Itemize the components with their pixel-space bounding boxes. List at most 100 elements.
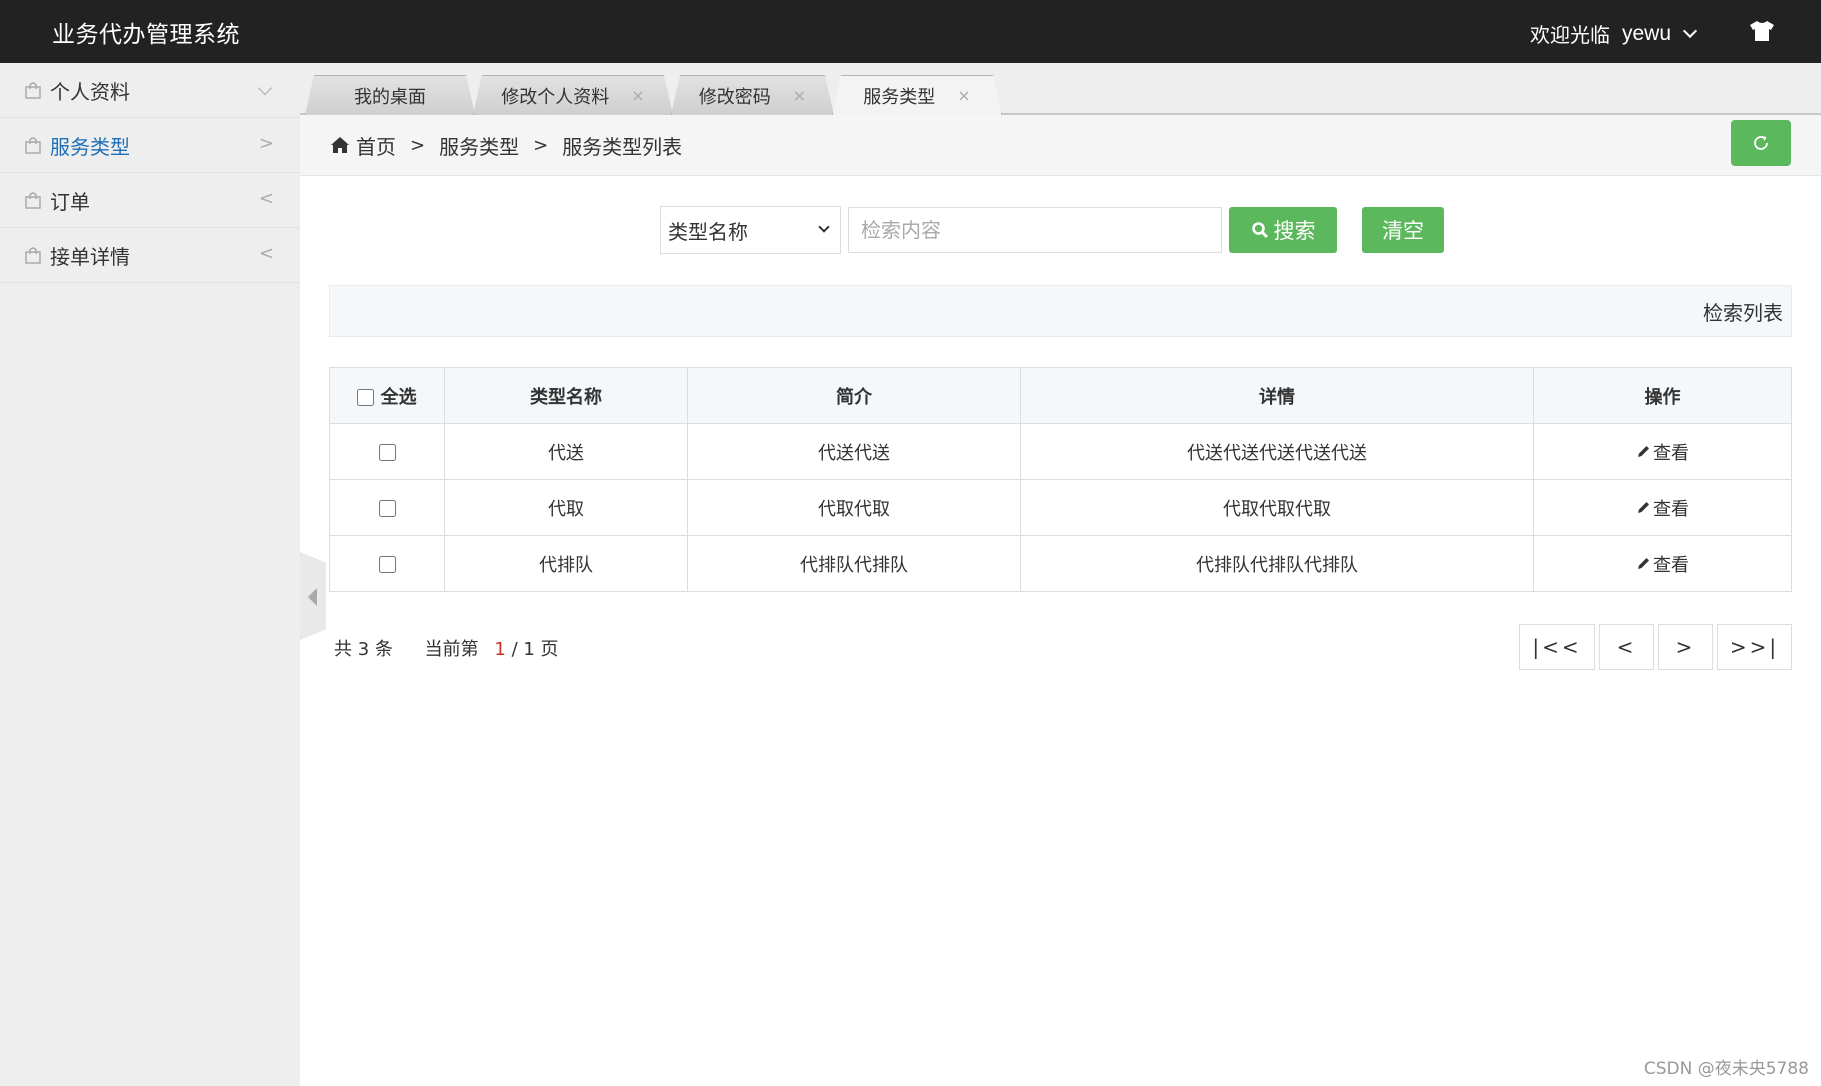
cell-detail: 代排队代排队代排队 [1020,535,1534,592]
main-content: 我的桌面 修改个人资料 × 修改密码 × 服务类型 × 首页 > 服务类型 > … [300,63,1821,1086]
column-header: 详情 [1020,367,1534,424]
breadcrumb-separator: > [533,134,549,156]
select-all-label: 全选 [380,386,417,408]
tab-edit-profile[interactable]: 修改个人资料 × [473,75,673,115]
next-page-button[interactable]: > [1658,624,1713,670]
refresh-icon [1754,136,1768,150]
close-icon[interactable]: × [793,86,806,105]
cell-detail: 代取代取代取 [1020,479,1534,536]
pagination-info: 共 3 条 当前第 1 / 1 页 [334,635,559,661]
first-page-button[interactable]: |<< [1519,624,1595,670]
app-title: 业务代办管理系统 [52,22,240,48]
search-field-select[interactable]: 类型名称 [660,206,841,254]
column-header: 简介 [687,367,1021,424]
shopping-bag-icon [25,137,41,154]
shopping-bag-icon [25,192,41,209]
shopping-bag-icon [25,82,41,99]
cell-type-name: 代送 [444,423,688,480]
service-type-table: 全选 类型名称 简介 详情 操作 代送 代送代送 代送代送代送代送代送 查看 代… [329,367,1792,592]
page-total: / 1 页 [511,639,559,660]
table-row: 代取 代取代取 代取代取代取 查看 [329,479,1792,536]
breadcrumb-current: 服务类型列表 [562,134,683,159]
refresh-button[interactable] [1731,120,1791,166]
top-header: 业务代办管理系统 欢迎光临 yewu [0,0,1821,63]
view-link[interactable]: 查看 [1636,439,1689,465]
chevron-right-icon: > [258,133,274,154]
current-page: 1 [494,639,506,660]
search-icon [1251,222,1268,239]
column-header: 类型名称 [444,367,688,424]
view-label: 查看 [1653,498,1689,520]
cell-type-name: 代排队 [444,535,688,592]
total-count: 3 [357,639,370,660]
sidebar-item-label: 订单 [50,189,90,214]
username[interactable]: yewu [1622,22,1671,46]
sidebar-item-order-details[interactable]: 接单详情 < [0,228,300,283]
sidebar-item-label: 个人资料 [50,79,130,104]
select-value: 类型名称 [668,219,748,244]
search-bar: 类型名称 搜索 清空 [660,205,1444,255]
sidebar-item-service-type[interactable]: 服务类型 > [0,118,300,173]
row-checkbox[interactable] [378,443,396,461]
breadcrumb-service-type[interactable]: 服务类型 [439,131,519,160]
breadcrumb-separator: > [410,134,426,156]
row-checkbox[interactable] [378,499,396,517]
cell-detail: 代送代送代送代送代送 [1020,423,1534,480]
total-suffix: 条 [374,639,393,660]
select-all-checkbox[interactable] [357,389,375,406]
chevron-down-icon[interactable] [1682,23,1698,38]
pencil-icon [1638,502,1649,513]
list-header-bar: 检索列表 [329,285,1792,337]
home-icon [331,137,349,153]
search-button-label: 搜索 [1273,219,1316,243]
chevron-down-icon [818,221,830,233]
view-link[interactable]: 查看 [1636,551,1689,577]
tab-label: 我的桌面 [354,86,426,108]
last-page-button[interactable]: >>| [1717,624,1792,670]
breadcrumb: 首页 > 服务类型 > 服务类型列表 [300,115,1821,176]
cell-type-name: 代取 [444,479,688,536]
prev-page-button[interactable]: < [1599,624,1654,670]
welcome-text: 欢迎光临 [1529,23,1610,47]
cell-intro: 代取代取 [687,479,1021,536]
sidebar-item-label: 接单详情 [50,244,130,269]
view-link[interactable]: 查看 [1636,495,1689,521]
breadcrumb-home[interactable]: 首页 [356,131,396,160]
tab-service-type[interactable]: 服务类型 × [832,75,1002,115]
select-all-header: 全选 [329,367,445,424]
chevron-down-icon [257,80,273,96]
view-label: 查看 [1653,442,1689,464]
shopping-bag-icon [25,247,41,264]
tshirt-icon[interactable] [1749,20,1775,42]
tab-my-desktop[interactable]: 我的桌面 [305,75,475,115]
tab-bar: 我的桌面 修改个人资料 × 修改密码 × 服务类型 × [300,63,1821,115]
sidebar: 个人资料 服务类型 > 订单 < 接单详情 < [0,63,300,1086]
list-title: 检索列表 [1703,300,1783,325]
row-checkbox[interactable] [378,555,396,573]
search-button[interactable]: 搜索 [1229,207,1337,253]
pagination: |<< < > >>| [1519,624,1792,670]
current-prefix: 当前第 [424,639,479,660]
sidebar-item-orders[interactable]: 订单 < [0,173,300,228]
total-prefix: 共 [334,639,352,660]
view-label: 查看 [1653,554,1689,576]
table-header-row: 全选 类型名称 简介 详情 操作 [329,367,1792,424]
tab-label: 修改个人资料 [501,86,610,108]
pencil-icon [1638,558,1649,569]
table-row: 代送 代送代送 代送代送代送代送代送 查看 [329,423,1792,480]
clear-button[interactable]: 清空 [1362,207,1444,253]
sidebar-item-profile[interactable]: 个人资料 [0,63,300,118]
chevron-left-icon: < [258,243,274,264]
table-row: 代排队 代排队代排队 代排队代排队代排队 查看 [329,535,1792,592]
chevron-left-icon: < [258,188,274,209]
tab-label: 服务类型 [863,86,936,108]
tab-change-password[interactable]: 修改密码 × [671,75,834,115]
close-icon[interactable]: × [957,86,970,105]
pencil-icon [1638,446,1649,457]
close-icon[interactable]: × [631,86,644,105]
cell-intro: 代送代送 [687,423,1021,480]
watermark: CSDN @夜未央5788 [1643,1059,1809,1079]
user-menu[interactable]: 欢迎光临 yewu [1529,19,1698,48]
column-header: 操作 [1533,367,1792,424]
search-input[interactable] [848,207,1222,253]
